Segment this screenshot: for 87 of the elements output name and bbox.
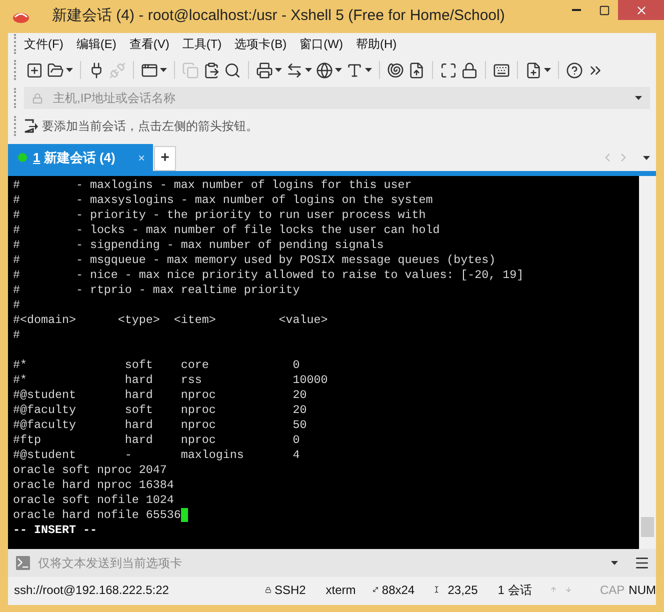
menu-item[interactable]: 编辑(E) xyxy=(76,35,116,53)
caret-icon xyxy=(544,68,551,72)
printer-icon xyxy=(256,62,273,78)
terminal-line: oracle hard nproc 16384 xyxy=(13,478,174,493)
menu-item[interactable]: 窗口(W) xyxy=(300,35,343,53)
terminal-line: oracle soft nofile 1024 xyxy=(13,493,174,508)
file-upload-icon xyxy=(408,62,425,78)
terminal-line: #@faculty soft nproc 20 xyxy=(13,403,307,418)
menu-item[interactable]: 选项卡(B) xyxy=(234,35,287,53)
terminal-line: # - maxsyslogins - max number of logins on the system xyxy=(13,193,433,208)
terminal-type: xterm xyxy=(326,582,356,598)
window-title: 新建会话 (4) - root@localhost:/usr - Xshell 5 (Free for Home/School) xyxy=(52,6,505,26)
download-arrow-icon xyxy=(564,584,572,595)
new-tab-button[interactable]: + xyxy=(154,146,176,171)
search-icon xyxy=(224,62,241,78)
dropdown-caret-icon xyxy=(611,561,618,565)
copy-icon xyxy=(182,62,199,78)
caret-icon xyxy=(335,68,342,72)
terminal-line: # - sigpending - max number of pending signals xyxy=(13,238,384,253)
fullscreen-icon xyxy=(440,62,457,78)
unplug-icon xyxy=(109,62,126,78)
close-icon xyxy=(634,4,648,16)
terminal-line: # - maxlogins - max number of logins for this user xyxy=(13,178,412,193)
upload-arrow-icon xyxy=(550,584,557,595)
terminal-line: oracle hard nofile 65536 xyxy=(13,508,181,523)
caret-icon xyxy=(275,68,282,72)
add-session-arrow-icon[interactable] xyxy=(24,119,38,133)
scrollbar[interactable] xyxy=(639,176,656,549)
shell-icon xyxy=(387,62,404,78)
new-session-icon xyxy=(26,62,43,78)
terminal-line: #* hard rss 10000 xyxy=(13,373,328,388)
keyboard-icon xyxy=(493,62,510,78)
minimize-icon xyxy=(572,9,580,11)
folder-icon xyxy=(47,62,64,78)
lock-icon xyxy=(32,92,43,104)
terminal-line: # xyxy=(13,328,20,343)
paste-icon xyxy=(203,62,220,78)
mode-indicator: -- INSERT -- xyxy=(13,523,97,537)
maximize-icon xyxy=(598,4,610,16)
terminal-line: #@student - maxlogins 4 xyxy=(13,448,300,463)
globe-icon xyxy=(316,62,333,78)
address-field[interactable]: 主机,IP地址或会话名称 xyxy=(24,87,650,109)
menu-icon[interactable] xyxy=(634,555,650,571)
menu-item[interactable]: 查看(V) xyxy=(129,35,170,53)
terminal-icon xyxy=(16,556,30,570)
terminal-size: 88x24 xyxy=(382,582,415,598)
terminal-line: # xyxy=(13,298,20,313)
caret-icon xyxy=(365,68,372,72)
cursor-position: 23,25 xyxy=(448,582,478,598)
terminal-line: # - nice - max nice priority allowed to raise to values: [-20, 19] xyxy=(13,268,524,283)
add-file-icon xyxy=(525,62,542,78)
num-lock-indicator: NUM xyxy=(628,582,656,598)
address-input[interactable]: 主机,IP地址或会话名称 xyxy=(53,89,635,107)
terminal-line: # - rtprio - max realtime priority xyxy=(13,283,300,298)
menu-item[interactable]: 工具(T) xyxy=(182,35,222,53)
close-button[interactable] xyxy=(618,0,664,20)
terminal-line: # - priority - the priority to run user process with xyxy=(13,208,426,223)
resize-icon xyxy=(372,584,379,595)
dropdown-caret-icon xyxy=(635,96,642,100)
cursor-position-icon xyxy=(432,584,440,595)
terminal-line: oracle soft nproc 2047 xyxy=(13,463,167,478)
terminal-line: #<domain> <type> <item> <value> xyxy=(13,313,328,328)
lock-icon xyxy=(461,62,478,78)
terminal-line: #ftp hard nproc 0 xyxy=(13,433,300,448)
protocol-text: SSH2 xyxy=(274,582,306,598)
caret-icon xyxy=(66,68,73,72)
help-icon xyxy=(566,62,583,78)
tab-label: 1 新建会话 (4) xyxy=(33,148,116,167)
terminal-line: #@faculty hard nproc 50 xyxy=(13,418,307,433)
session-tab[interactable]: 1 新建会话 (4) × xyxy=(8,144,153,171)
session-count: 1 会话 xyxy=(498,582,532,598)
tab-list-caret-icon[interactable] xyxy=(643,156,650,160)
transfer-icon xyxy=(286,62,303,78)
terminal-line: #@student hard nproc 20 xyxy=(13,388,307,403)
caret-icon xyxy=(305,68,312,72)
hint-text: 要添加当前会话，点击左侧的箭头按钮。 xyxy=(42,118,258,135)
connection-address: ssh://root@192.168.222.5:22 xyxy=(14,582,169,598)
caret-icon xyxy=(160,68,167,72)
terminal-line: #* soft core 0 xyxy=(13,358,300,373)
window-settings-icon xyxy=(141,62,158,78)
menu-item[interactable]: 帮助(H) xyxy=(356,35,397,53)
font-icon xyxy=(346,62,363,78)
terminal-line: # - msgqueue - max memory used by POSIX message queues (bytes) xyxy=(13,253,496,268)
caps-lock-indicator: CAP xyxy=(600,582,625,598)
menu-item[interactable]: 文件(F) xyxy=(24,35,64,53)
lock-icon xyxy=(264,584,272,594)
terminal-line: # - locks - max number of file locks the user can hold xyxy=(13,223,440,238)
